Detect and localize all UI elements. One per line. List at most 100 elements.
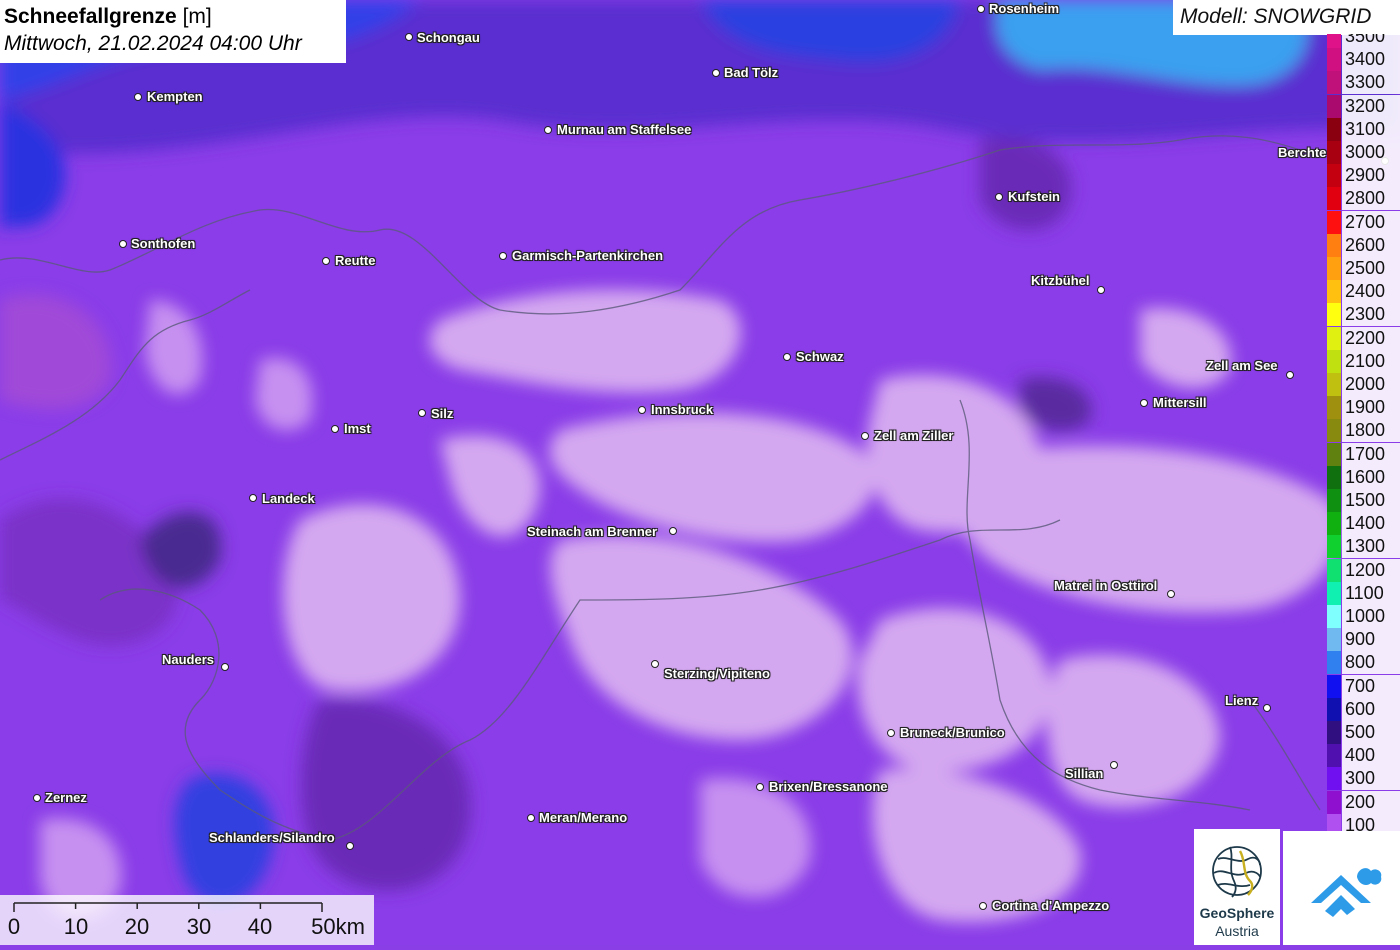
geosphere-name: GeoSphere xyxy=(1199,905,1275,921)
legend-label: 800 xyxy=(1342,651,1400,675)
city-dot xyxy=(887,729,895,737)
legend-label: 2900 xyxy=(1342,164,1400,188)
city-dot xyxy=(346,842,354,850)
legend-label: 400 xyxy=(1342,744,1400,768)
legend-row: 3000 xyxy=(1327,141,1400,164)
legend-swatch xyxy=(1327,512,1341,536)
legend-label: 1800 xyxy=(1342,419,1400,443)
legend-label: 2700 xyxy=(1342,210,1400,234)
city-dot xyxy=(756,783,764,791)
legend-swatch xyxy=(1327,558,1341,582)
legend-row: 200 xyxy=(1327,790,1400,814)
city-dot xyxy=(783,353,791,361)
city-label: Brixen/Bressanone xyxy=(769,779,888,794)
legend-swatch xyxy=(1327,141,1341,164)
legend-swatch xyxy=(1327,651,1341,675)
legend-row: 1900 xyxy=(1327,396,1400,420)
city-label: Steinach am Brenner xyxy=(527,524,658,539)
legend-row: 3300 xyxy=(1327,71,1400,95)
city-label: Mittersill xyxy=(1153,395,1207,410)
city-label: Lienz xyxy=(1225,693,1259,708)
city-label: Zernez xyxy=(45,790,87,805)
legend-row: 1600 xyxy=(1327,465,1400,489)
legend-row: 1800 xyxy=(1327,419,1400,443)
city-dot xyxy=(1286,371,1294,379)
city-label: Kitzbühel xyxy=(1031,273,1090,288)
city-label: Garmisch-Partenkirchen xyxy=(512,248,664,263)
legend-label: 2200 xyxy=(1342,326,1400,350)
city-label: Sonthofen xyxy=(131,236,196,251)
legend-swatch xyxy=(1327,373,1341,396)
legend-label: 500 xyxy=(1342,721,1400,744)
scale-label: 0 xyxy=(7,914,21,939)
legend-swatch xyxy=(1327,257,1341,280)
city-dot xyxy=(1167,590,1175,598)
geosphere-logo[interactable]: GeoSphere Austria xyxy=(1194,829,1280,945)
legend-swatch xyxy=(1327,164,1341,188)
city-label: Bruneck/Brunico xyxy=(900,725,1005,740)
city-dot xyxy=(33,794,41,802)
city-dot xyxy=(638,406,646,414)
legend-swatch xyxy=(1327,419,1341,443)
legend-swatch xyxy=(1327,790,1341,814)
city-dot xyxy=(651,660,659,668)
legend-swatch xyxy=(1327,349,1341,373)
legend-row: 2900 xyxy=(1327,164,1400,188)
legend-row: 1200 xyxy=(1327,558,1400,582)
legend-swatch xyxy=(1327,280,1341,304)
legend-swatch xyxy=(1327,535,1341,559)
legend-swatch xyxy=(1327,605,1341,628)
city-dot xyxy=(995,193,1003,201)
legend-row: 1700 xyxy=(1327,442,1400,466)
city-dot xyxy=(134,93,142,101)
city-dot xyxy=(1097,286,1105,294)
legend-label: 3000 xyxy=(1342,141,1400,164)
legend-label: 900 xyxy=(1342,628,1400,652)
legend-swatch xyxy=(1327,489,1341,512)
city-label: Kempten xyxy=(147,89,203,104)
legend-row: 400 xyxy=(1327,744,1400,768)
city-label: Silz xyxy=(431,406,454,421)
snowgrid-logo[interactable] xyxy=(1283,831,1400,945)
map-title-main: Schneefallgrenze xyxy=(4,5,177,28)
legend-swatch xyxy=(1327,442,1341,466)
legend-swatch xyxy=(1327,697,1341,721)
scale-label: 30 xyxy=(186,914,212,939)
city-dot xyxy=(861,432,869,440)
city-dot xyxy=(119,240,127,248)
legend-swatch xyxy=(1327,117,1341,141)
city-dot xyxy=(322,257,330,265)
legend-swatch xyxy=(1327,71,1341,95)
city-label: Zell am See xyxy=(1206,358,1278,373)
city-dot xyxy=(499,252,507,260)
legend-label: 200 xyxy=(1342,790,1400,814)
city-dot xyxy=(669,527,677,535)
city-label: Sterzing/Vipiteno xyxy=(664,666,770,681)
scale-label: 40 xyxy=(247,914,273,939)
geosphere-emblem-icon xyxy=(1212,846,1262,898)
legend-row: 600 xyxy=(1327,697,1400,721)
city-dot xyxy=(221,663,229,671)
city-label: Zell am Ziller xyxy=(874,428,954,443)
legend-label: 700 xyxy=(1342,674,1400,698)
map-datetime: Mittwoch, 21.02.2024 04:00 Uhr xyxy=(4,32,302,55)
legend-row: 2400 xyxy=(1327,280,1400,304)
city-dot xyxy=(405,33,413,41)
legend-label: 300 xyxy=(1342,767,1400,791)
legend-label: 2300 xyxy=(1342,303,1400,327)
legend-row: 300 xyxy=(1327,767,1400,791)
legend-swatch xyxy=(1327,465,1341,489)
legend-label: 1000 xyxy=(1342,605,1400,628)
snowfall-limit-map xyxy=(0,0,1400,945)
city-label: Berchte xyxy=(1278,145,1327,160)
legend-swatch xyxy=(1327,210,1341,234)
city-label: Schwaz xyxy=(796,349,844,364)
city-label: Cortina d'Ampezzo xyxy=(992,898,1110,913)
legend-label: 100 xyxy=(1342,813,1400,832)
city-label: Meran/Merano xyxy=(539,810,628,825)
city-label: Nauders xyxy=(162,652,215,667)
city-dot xyxy=(977,5,985,13)
city-dot xyxy=(1263,704,1271,712)
city-label: Landeck xyxy=(262,491,315,506)
map-title-box: Schneefallgrenze [m] Mittwoch, 21.02.202… xyxy=(0,0,346,63)
